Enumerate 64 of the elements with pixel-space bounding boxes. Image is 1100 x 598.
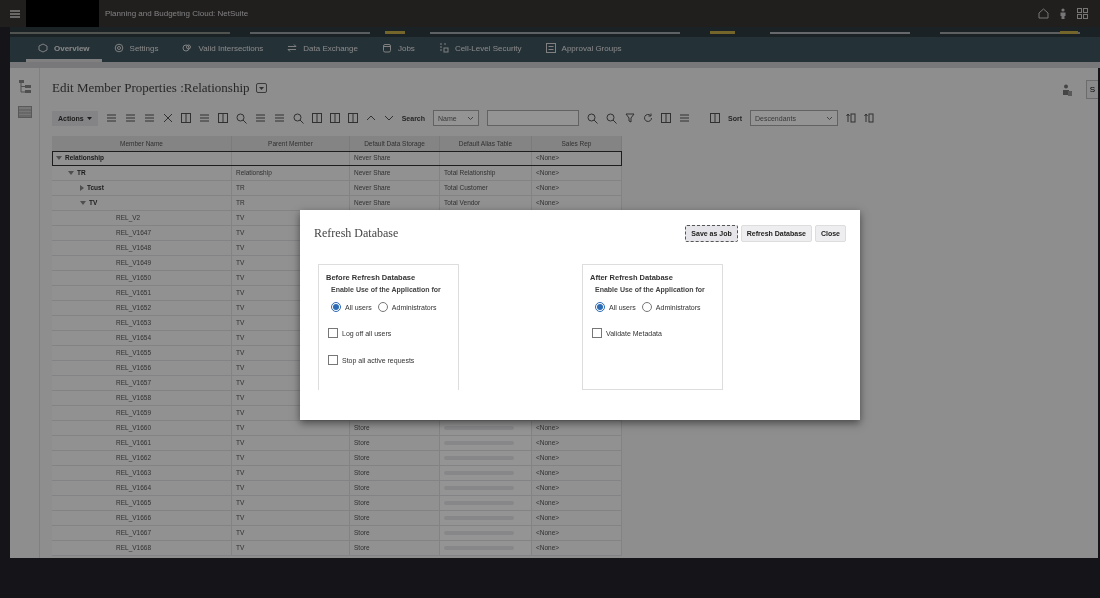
dialog-title: Refresh Database bbox=[314, 225, 399, 241]
list-icon bbox=[105, 113, 117, 123]
list-icon bbox=[124, 113, 136, 123]
circles-icon bbox=[182, 43, 193, 53]
expanded-caret-icon[interactable] bbox=[56, 156, 62, 160]
radio-button[interactable] bbox=[377, 302, 388, 312]
chevron-up-icon bbox=[365, 114, 376, 122]
search-icon bbox=[606, 112, 618, 124]
search-icon bbox=[235, 112, 247, 124]
columns-icon bbox=[329, 113, 340, 123]
search-icon bbox=[587, 112, 599, 124]
columns-icon bbox=[311, 113, 322, 123]
nav-tab[interactable]: Data Exchange bbox=[275, 37, 370, 62]
checkbox[interactable] bbox=[328, 328, 338, 338]
nav-tab[interactable]: Valid Intersections bbox=[170, 37, 276, 62]
page-title: Edit Member Properties :Relationship bbox=[52, 80, 250, 96]
columns-icon bbox=[180, 113, 191, 123]
caret-icon bbox=[258, 86, 264, 90]
search-field[interactable] bbox=[487, 110, 580, 126]
list-icon bbox=[254, 113, 266, 123]
chevron-down-icon bbox=[383, 114, 394, 122]
chevron-down-icon bbox=[826, 115, 834, 121]
menu-icon bbox=[10, 9, 20, 18]
radio-button[interactable] bbox=[595, 302, 605, 312]
list-box-icon bbox=[545, 43, 556, 53]
home-icon bbox=[1038, 8, 1049, 19]
nav-tab[interactable]: Approval Groups bbox=[533, 37, 634, 62]
sort-icon bbox=[846, 113, 857, 123]
sort-icon bbox=[864, 113, 875, 123]
tree-icon bbox=[18, 80, 31, 94]
nav-tab[interactable]: Jobs bbox=[369, 37, 427, 62]
jar-icon bbox=[381, 43, 392, 53]
expanded-caret-icon[interactable] bbox=[80, 201, 86, 205]
delete-icon bbox=[162, 113, 173, 123]
columns-icon bbox=[661, 113, 672, 123]
arrows-icon bbox=[287, 43, 298, 53]
toolbar-button[interactable]: S bbox=[1085, 80, 1098, 99]
collapsed-caret-icon[interactable] bbox=[80, 185, 84, 191]
list-icon bbox=[143, 113, 155, 123]
person-icon bbox=[1059, 8, 1067, 19]
expanded-caret-icon[interactable] bbox=[68, 171, 74, 175]
list-icon bbox=[273, 113, 285, 123]
checkbox[interactable] bbox=[592, 328, 602, 338]
nav-tab[interactable]: Cell-Level Security bbox=[426, 37, 534, 62]
checkbox[interactable] bbox=[328, 355, 338, 365]
search-icon bbox=[292, 112, 304, 124]
gear-icon bbox=[113, 43, 124, 53]
chevron-down-icon bbox=[467, 115, 475, 121]
radio-button[interactable] bbox=[331, 302, 341, 312]
list-icon bbox=[198, 113, 210, 123]
users-icon bbox=[1061, 83, 1072, 96]
columns-icon bbox=[217, 113, 228, 123]
caret-icon bbox=[86, 116, 92, 120]
refresh-icon bbox=[643, 113, 654, 123]
nav-tab[interactable]: Settings bbox=[101, 37, 171, 62]
columns-icon bbox=[347, 113, 358, 123]
filter-icon bbox=[625, 113, 636, 123]
table-icon bbox=[17, 106, 32, 118]
app-title: Planning and Budgeting Cloud: NetSuite bbox=[105, 9, 249, 18]
list-icon bbox=[679, 113, 691, 123]
columns-icon bbox=[710, 113, 721, 123]
radio-button[interactable] bbox=[641, 302, 652, 312]
dropdown-button[interactable] bbox=[255, 83, 267, 93]
grid-icon bbox=[1077, 8, 1088, 19]
